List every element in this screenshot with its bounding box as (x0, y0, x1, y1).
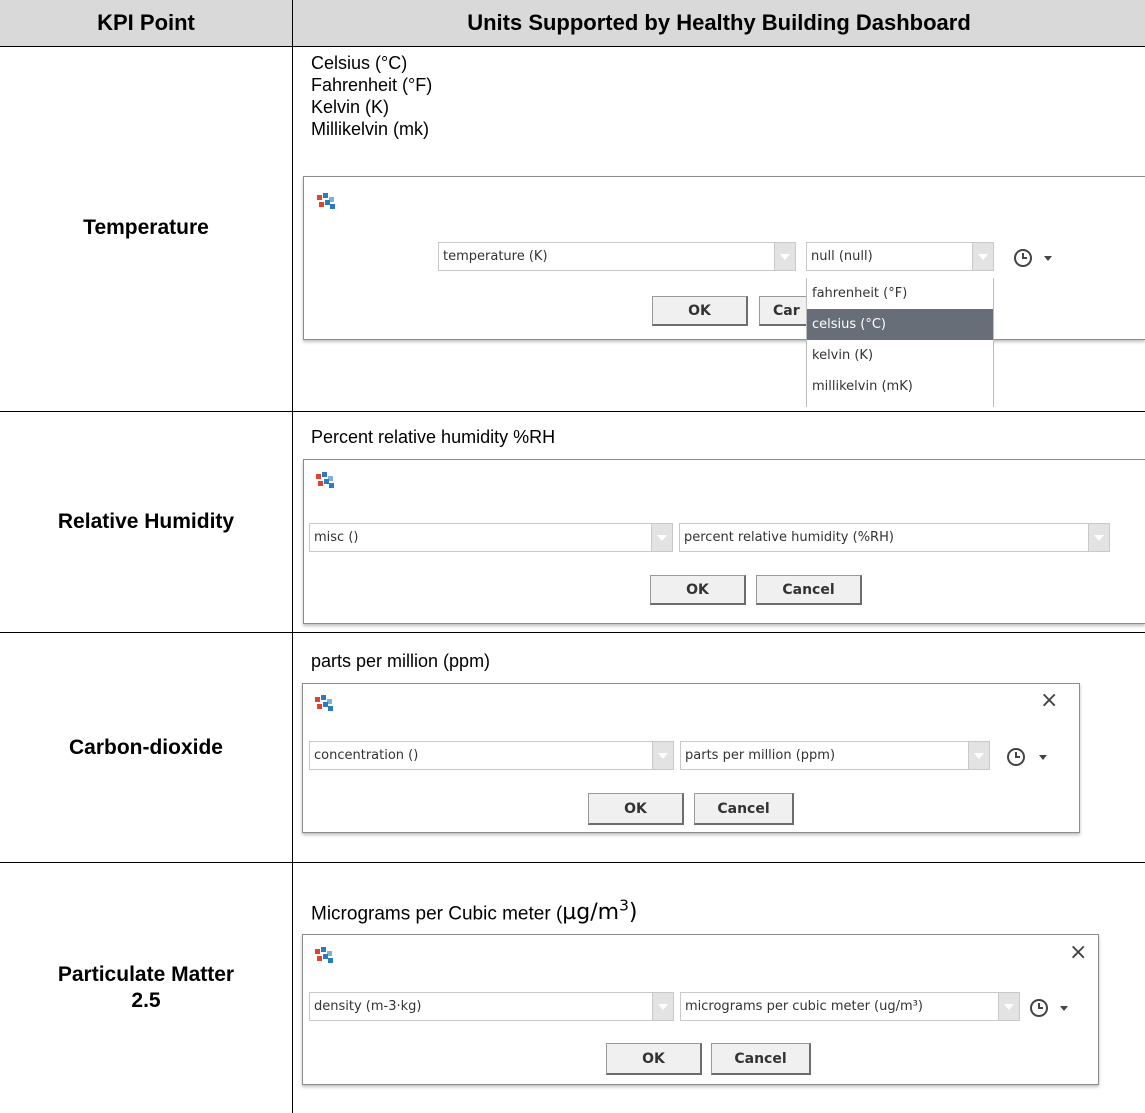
dropdown-arrow-icon (1004, 1003, 1014, 1010)
quantity-select-value: temperature (K) (443, 249, 548, 264)
header-units-supported: Units Supported by Healthy Building Dash… (293, 0, 1145, 46)
dropdown-arrow-icon (978, 253, 988, 260)
ok-button[interactable]: OK (652, 296, 748, 326)
app-logo-icon (316, 472, 334, 488)
unit-select-value: null (null) (811, 249, 873, 264)
kpi-particulate-matter: Particulate Matter 2.5 (0, 863, 292, 1113)
unit-formula-exponent: 3 (619, 897, 629, 915)
dropdown-arrow-icon (658, 1003, 668, 1010)
dropdown-arrow-icon (1094, 534, 1104, 541)
cancel-button[interactable]: Cancel (694, 793, 794, 825)
unit-dropdown-menu: fahrenheit (°F) celsius (°C) kelvin (K) … (806, 278, 994, 407)
quantity-select-value: misc () (314, 530, 359, 545)
unit-select-value: percent relative humidity (%RH) (684, 530, 894, 545)
kpi-carbon-dioxide: Carbon-dioxide (68, 735, 223, 759)
quantity-select-value: density (m-3·kg) (314, 999, 422, 1014)
dropdown-arrow-icon (780, 253, 790, 260)
quantity-select[interactable]: temperature (K) (438, 242, 775, 271)
unit-select[interactable]: parts per million (ppm) (680, 741, 969, 770)
kpi-line: 2.5 (131, 989, 161, 1012)
temperature-unit-dialog: temperature (K) null (null) OK Car (303, 176, 1145, 340)
units-list-particulate-matter: Micrograms per Cubic meter (µg/m3) (311, 895, 911, 925)
header-kpi-point: KPI Point (0, 0, 292, 46)
unit-line: Millikelvin (mk) (311, 119, 429, 139)
app-logo-icon (317, 193, 335, 209)
dropdown-arrow-icon (974, 752, 984, 759)
unit-select-arrow[interactable] (968, 741, 990, 770)
kpi-temperature: Temperature (83, 216, 209, 239)
kpi-relative-humidity: Relative Humidity (57, 510, 235, 533)
quantity-select-arrow[interactable] (774, 242, 796, 271)
units-list-temperature: Celsius (°C) Fahrenheit (°F) Kelvin (K) … (311, 52, 711, 140)
unit-select-arrow[interactable] (1088, 523, 1110, 552)
unit-select-value: parts per million (ppm) (685, 748, 836, 763)
dropdown-option-celsius[interactable]: celsius (°C) (807, 309, 993, 340)
dropdown-option-fahrenheit[interactable]: fahrenheit (°F) (807, 278, 993, 309)
history-menu-arrow-icon[interactable] (1044, 256, 1052, 261)
unit-formula: µg/m3) (562, 897, 638, 926)
units-list-carbon-dioxide: parts per million (ppm) (311, 650, 811, 672)
unit-select-arrow[interactable] (972, 242, 994, 271)
unit-line: Fahrenheit (°F) (311, 75, 433, 95)
history-clock-icon[interactable] (1005, 746, 1027, 768)
cancel-button[interactable]: Cancel (756, 575, 862, 605)
app-logo-icon (315, 947, 333, 963)
ok-button[interactable]: OK (588, 793, 684, 825)
history-clock-icon[interactable] (1028, 997, 1050, 1019)
dropdown-option-kelvin[interactable]: kelvin (K) (807, 340, 993, 371)
column-divider (292, 0, 293, 1113)
unit-line: parts per million (ppm) (311, 651, 491, 671)
dropdown-arrow-icon (657, 534, 667, 541)
pm25-unit-dialog: × density (m-3·kg) micrograms per cubic … (302, 934, 1099, 1085)
humidity-unit-dialog: misc () percent relative humidity (%RH) … (303, 459, 1145, 624)
quantity-select-arrow[interactable] (651, 523, 673, 552)
history-clock-icon[interactable] (1012, 247, 1034, 269)
unit-line: Percent relative humidity %RH (311, 427, 556, 447)
history-menu-arrow-icon[interactable] (1060, 1006, 1068, 1011)
close-icon[interactable]: × (1040, 688, 1058, 713)
app-logo-icon (315, 695, 333, 711)
unit-line: Celsius (°C) (311, 53, 408, 73)
quantity-select-value: concentration () (314, 748, 419, 763)
kpi-line: Particulate Matter (57, 963, 235, 986)
units-list-relative-humidity: Percent relative humidity %RH (311, 426, 811, 448)
quantity-select-arrow[interactable] (652, 992, 674, 1021)
co2-unit-dialog: × concentration () parts per million (pp… (302, 683, 1080, 833)
history-menu-arrow-icon[interactable] (1039, 755, 1047, 760)
unit-select-arrow[interactable] (998, 992, 1020, 1021)
unit-select[interactable]: micrograms per cubic meter (ug/m³) (680, 992, 999, 1021)
unit-line: Micrograms per Cubic meter ( (311, 903, 563, 925)
unit-select[interactable]: null (null) (806, 242, 973, 271)
quantity-select[interactable]: misc () (309, 523, 652, 552)
ok-button[interactable]: OK (606, 1043, 702, 1075)
unit-formula-base: µg/m (562, 900, 620, 926)
cancel-button[interactable]: Cancel (711, 1043, 811, 1075)
ok-button[interactable]: OK (650, 575, 746, 605)
quantity-select[interactable]: concentration () (309, 741, 653, 770)
unit-select[interactable]: percent relative humidity (%RH) (679, 523, 1089, 552)
unit-select-value: micrograms per cubic meter (ug/m³) (685, 999, 923, 1014)
dropdown-arrow-icon (658, 752, 668, 759)
close-icon[interactable]: × (1069, 940, 1087, 965)
unit-formula-close: ) (628, 900, 638, 926)
quantity-select[interactable]: density (m-3·kg) (309, 992, 653, 1021)
unit-line: Kelvin (K) (311, 97, 390, 117)
quantity-select-arrow[interactable] (652, 741, 674, 770)
dropdown-option-millikelvin[interactable]: millikelvin (mK) (807, 371, 993, 402)
